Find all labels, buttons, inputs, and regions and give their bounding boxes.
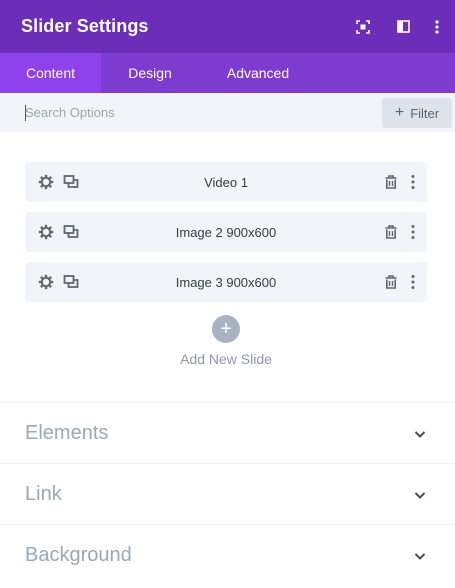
text-caret <box>25 105 26 121</box>
more-vertical-icon[interactable] <box>407 224 419 240</box>
slide-item[interactable]: Video 1 <box>25 162 427 202</box>
slide-item[interactable]: Image 3 900x600 <box>25 262 427 302</box>
section-title: Elements <box>25 421 109 444</box>
section-elements[interactable]: Elements <box>0 402 455 463</box>
slide-label: Image 3 900x600 <box>175 274 277 290</box>
split-view-icon[interactable] <box>393 17 413 37</box>
duplicate-icon[interactable] <box>63 174 79 190</box>
gear-icon[interactable] <box>38 224 54 240</box>
settings-tabs: Content Design Advanced <box>0 53 455 93</box>
tab-advanced[interactable]: Advanced <box>199 53 317 93</box>
section-background[interactable]: Background <box>0 524 455 585</box>
header-actions <box>353 0 455 53</box>
chevron-down-icon <box>414 431 426 438</box>
more-vertical-icon[interactable] <box>427 17 447 37</box>
slide-list: Video 1 Image 2 900x600 Image 3 900x600 … <box>0 132 455 367</box>
trash-icon[interactable] <box>383 224 399 240</box>
more-vertical-icon[interactable] <box>407 274 419 290</box>
duplicate-icon[interactable] <box>63 224 79 240</box>
section-title: Background <box>25 543 132 566</box>
chevron-down-icon <box>414 492 426 499</box>
search-bar: + Filter <box>0 93 455 132</box>
settings-header: Slider Settings <box>0 0 455 53</box>
add-slide-area: + Add New Slide <box>25 315 427 367</box>
plus-icon: + <box>394 104 405 121</box>
more-vertical-icon[interactable] <box>407 174 419 190</box>
duplicate-icon[interactable] <box>63 274 79 290</box>
add-slide-button[interactable]: + <box>212 315 240 343</box>
section-title: Link <box>25 482 62 505</box>
plus-icon: + <box>220 318 232 340</box>
trash-icon[interactable] <box>383 174 399 190</box>
settings-title: Slider Settings <box>21 16 149 36</box>
search-input[interactable] <box>0 93 340 132</box>
chevron-down-icon <box>414 553 426 560</box>
slide-label: Video 1 <box>204 174 248 190</box>
filter-button[interactable]: + Filter <box>382 98 452 128</box>
section-link[interactable]: Link <box>0 463 455 524</box>
trash-icon[interactable] <box>383 274 399 290</box>
gear-icon[interactable] <box>38 174 54 190</box>
filter-label: Filter <box>410 105 440 121</box>
expand-icon[interactable] <box>353 17 373 37</box>
tab-design[interactable]: Design <box>101 53 199 93</box>
tab-content[interactable]: Content <box>0 53 101 93</box>
add-slide-label[interactable]: Add New Slide <box>180 351 272 367</box>
slide-label: Image 2 900x600 <box>175 224 277 240</box>
slide-item[interactable]: Image 2 900x600 <box>25 212 427 252</box>
gear-icon[interactable] <box>38 274 54 290</box>
